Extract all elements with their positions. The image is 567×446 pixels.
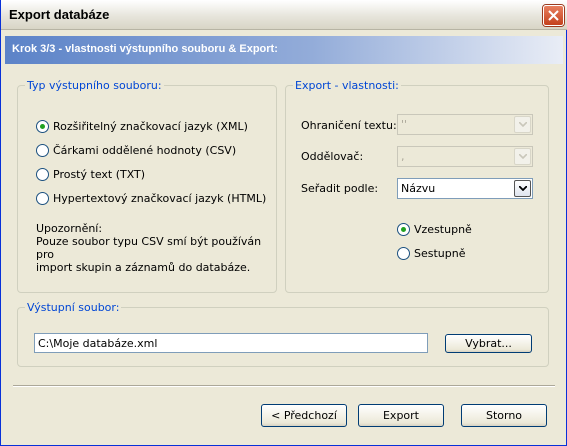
radio-csv-label: Čárkami oddělené hodnoty (CSV) (53, 144, 237, 157)
radio-xml-label: Rozšiřitelný značkovací jazyk (XML) (53, 120, 248, 133)
close-button[interactable] (543, 5, 564, 26)
close-icon (548, 10, 559, 21)
footer-separator (13, 385, 555, 387)
radio-ascending-label: Vzestupně (414, 223, 472, 236)
export-properties-group: Export - vlastnosti: Ohraničení textu: '… (285, 79, 549, 293)
separator-value: , (401, 150, 405, 163)
radio-selected-dot (401, 227, 406, 232)
separator-label: Oddělovač: (301, 150, 364, 163)
window-title: Export databáze (9, 7, 110, 22)
export-properties-legend: Export - vlastnosti: (293, 79, 401, 92)
title-bar[interactable]: Export databáze (1, 0, 567, 30)
dropdown-arrow-icon (514, 116, 531, 133)
output-file-legend: Výstupní soubor: (25, 301, 122, 314)
output-type-legend: Typ výstupního souboru: (25, 79, 164, 92)
csv-warning: Upozornění: Pouze soubor typu CSV smí bý… (36, 222, 276, 274)
radio-descending-label: Sestupně (414, 247, 466, 260)
step-banner: Krok 3/3 - vlastnosti výstupního souboru… (5, 36, 563, 64)
step-banner-text: Krok 3/3 - vlastnosti výstupního souboru… (12, 43, 278, 55)
dropdown-arrow-icon[interactable] (514, 180, 531, 197)
radio-html-label: Hypertextový značkovací jazyk (HTML) (53, 192, 267, 205)
dropdown-arrow-icon (514, 148, 531, 165)
warning-line-2: import skupin a záznamů do databáze. (36, 261, 251, 274)
text-qualifier-select[interactable]: '' (397, 114, 533, 135)
warning-line-1: Pouze soubor typu CSV smí být používán p… (36, 235, 262, 261)
radio-xml-button[interactable] (36, 120, 49, 133)
text-qualifier-value: '' (401, 118, 408, 131)
radio-ascending-button[interactable] (397, 223, 410, 236)
sort-by-label: Seřadit podle: (301, 182, 379, 195)
sort-by-value: Názvu (401, 182, 436, 195)
radio-selected-dot (40, 124, 45, 129)
output-type-group: Typ výstupního souboru: Rozšiřitelný zna… (17, 79, 277, 293)
export-dialog: Export databáze Krok 3/3 - vlastnosti vý… (0, 0, 567, 446)
browse-button[interactable]: Vybrat... (445, 334, 532, 353)
separator-select[interactable]: , (397, 146, 533, 167)
warning-title: Upozornění: (36, 222, 103, 235)
output-file-group: Výstupní soubor: Vybrat... (17, 301, 549, 367)
sort-by-select[interactable]: Názvu (397, 178, 533, 199)
cancel-button[interactable]: Storno (461, 404, 547, 427)
radio-csv-button[interactable] (36, 144, 49, 157)
export-button[interactable]: Export (358, 404, 444, 427)
radio-html-button[interactable] (36, 192, 49, 205)
radio-txt-label: Prostý text (TXT) (53, 168, 146, 181)
text-qualifier-label: Ohraničení textu: (301, 119, 397, 132)
radio-descending-button[interactable] (397, 247, 410, 260)
output-path-field[interactable] (34, 333, 428, 353)
previous-button[interactable]: < Předchozí (261, 404, 347, 427)
output-path-input[interactable] (35, 334, 427, 352)
radio-txt-button[interactable] (36, 168, 49, 181)
